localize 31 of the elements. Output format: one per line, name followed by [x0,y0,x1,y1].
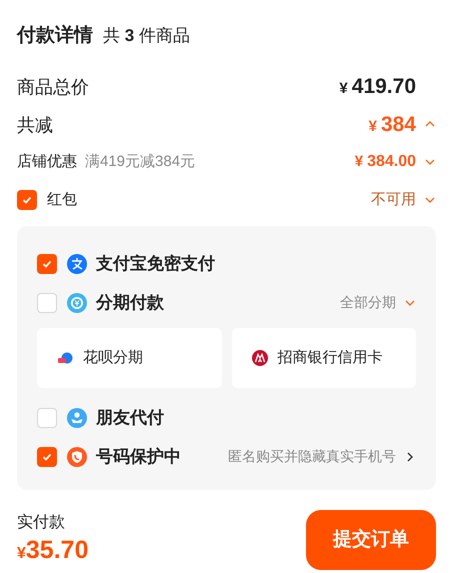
payment-option-label[interactable]: 朋友代付 [96,404,164,430]
discount-note: 满419元减384元 [85,152,196,172]
checkbox[interactable] [37,408,57,428]
checkbox[interactable] [17,190,37,210]
payment-option-label[interactable]: 分期付款 [96,290,164,316]
installment-card[interactable]: 花呗分期 [37,328,222,388]
row-label: 店铺优惠 [17,152,77,172]
installment-label: 招商银行信用卡 [278,348,382,368]
total-amount: ¥35.70 [17,535,88,566]
bank-logo-icon [252,350,268,366]
row-label: 红包 [47,190,77,210]
row-label: 共减 [17,114,53,136]
total-label: 实付款 [17,512,66,533]
checkbox[interactable] [37,292,57,312]
payment-option-label[interactable]: 支付宝免密支付 [96,250,215,276]
installment-card[interactable]: 招商银行信用卡 [232,328,416,388]
shield-icon [67,446,87,466]
hand-icon [67,408,87,428]
installment-label: 花呗分期 [83,348,143,368]
discount-value: ¥ 384.00 [354,152,416,172]
checkbox[interactable] [37,446,57,466]
section-title: 付款详情 [17,24,93,48]
item-count: 共 3 件商品 [103,25,190,47]
status-text: 不可用 [371,190,416,210]
discount-value: ¥ 384 [368,112,416,138]
payment-option-label[interactable]: 号码保护中 [96,444,181,470]
check-icon [21,194,33,206]
coin-icon [67,292,87,312]
row-label: 商品总价 [17,76,89,98]
price-value: ¥ 419.70 [339,74,416,100]
checkbox[interactable] [37,254,57,274]
